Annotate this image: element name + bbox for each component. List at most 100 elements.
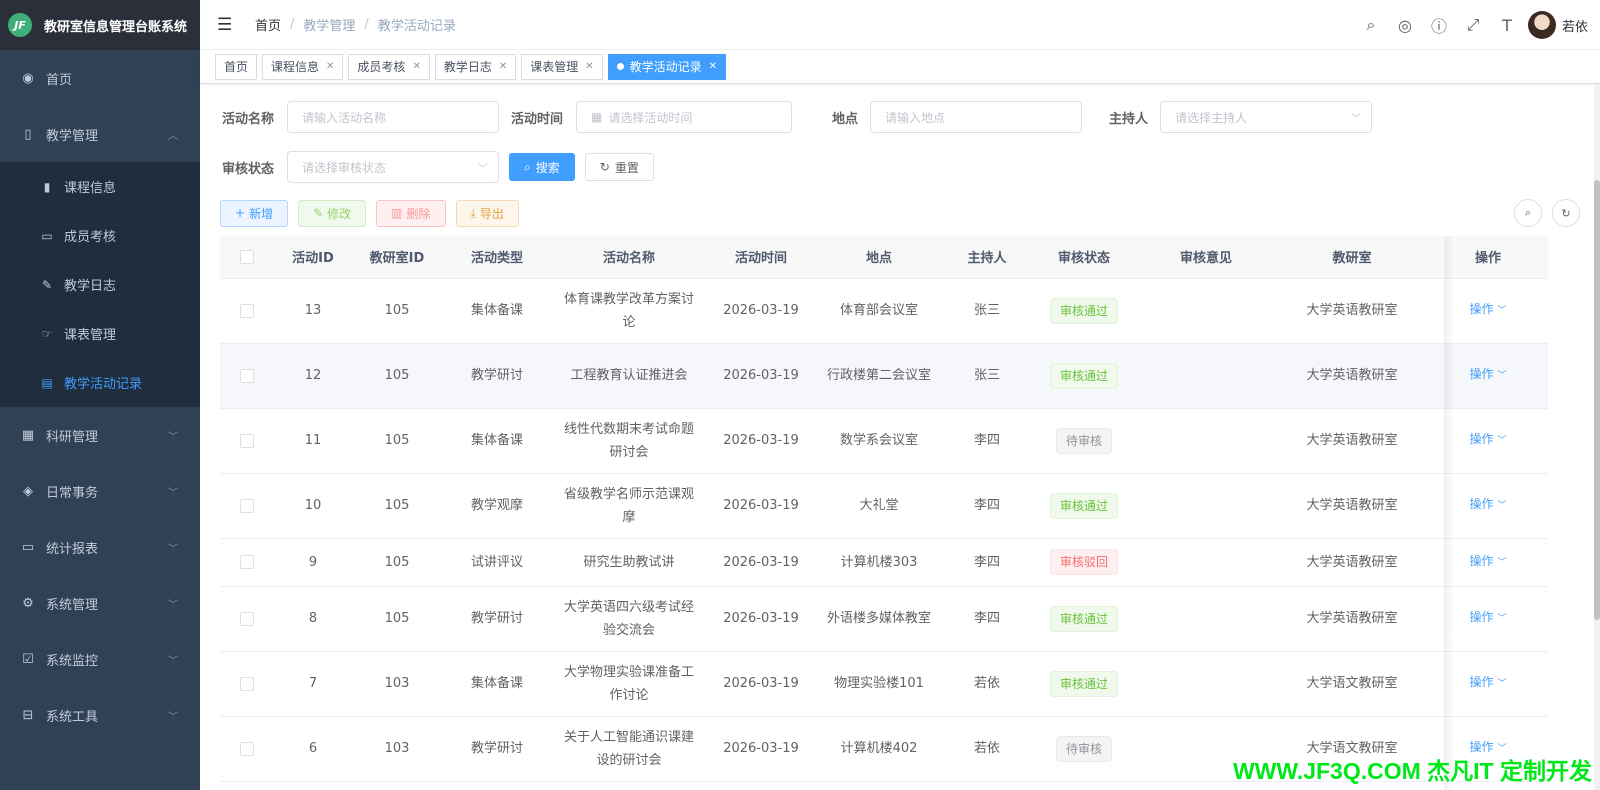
- refresh-button[interactable]: ↻: [1552, 199, 1580, 227]
- hamburger-icon[interactable]: ☰: [217, 15, 233, 35]
- operation-label: 操作: [1469, 497, 1494, 511]
- row-checkbox-cell[interactable]: [220, 538, 274, 587]
- header-checkbox-cell[interactable]: [220, 236, 274, 279]
- close-icon[interactable]: ✕: [585, 61, 593, 72]
- row-checkbox[interactable]: [240, 676, 254, 691]
- table-row[interactable]: 9 105 试讲评议 研究生助教试讲 2026-03-19 计算机楼303 李四 审核驳回 大学…: [220, 538, 1548, 587]
- hand-icon: ☞: [41, 326, 53, 341]
- sidebar-item-label: 课表管理: [64, 328, 117, 343]
- sidebar-item-member-assessment[interactable]: ▭ 成员考核: [0, 211, 200, 260]
- avatar[interactable]: [1527, 11, 1556, 39]
- table-row[interactable]: 13 105 集体备课 体育课教学改革方案讨论 2026-03-19 体育部会议室 张三 审核…: [220, 278, 1548, 344]
- row-checkbox-cell[interactable]: [220, 278, 274, 344]
- teaching-submenu: ▮ 课程信息 ▭ 成员考核 ✎ 教学日志 ☞ 课表管理 ▤ 教学活动记录: [0, 162, 200, 407]
- row-checkbox[interactable]: [240, 741, 254, 756]
- tab-label: 课表管理: [530, 60, 579, 74]
- sidebar-item-schedule[interactable]: ☞ 课表管理: [0, 309, 200, 358]
- tab-teaching-log[interactable]: 教学日志 ✕: [434, 53, 517, 80]
- operation-dropdown[interactable]: 操作 ﹀: [1469, 610, 1506, 624]
- export-button[interactable]: ⤓ 导出: [455, 199, 519, 227]
- sidebar-item-system-tools[interactable]: ⊟ 系统工具 ﹀: [0, 687, 200, 743]
- sidebar-item-research[interactable]: ▦ 科研管理 ﹀: [0, 407, 200, 463]
- operation-dropdown[interactable]: 操作 ﹀: [1469, 554, 1506, 568]
- row-checkbox-cell[interactable]: [220, 586, 274, 652]
- cell-status: 审核通过: [1032, 473, 1136, 539]
- row-checkbox[interactable]: [240, 433, 254, 448]
- tab-member-assessment[interactable]: 成员考核 ✕: [348, 53, 430, 80]
- location-input[interactable]: 请输入地点: [870, 101, 1082, 133]
- column-header: 教研室: [1276, 236, 1428, 279]
- row-checkbox[interactable]: [240, 498, 254, 513]
- tab-schedule[interactable]: 课表管理 ✕: [521, 53, 603, 80]
- breadcrumb-item[interactable]: 首页: [255, 15, 281, 34]
- row-checkbox[interactable]: [240, 368, 254, 383]
- close-icon[interactable]: ✕: [412, 61, 420, 72]
- row-checkbox-cell[interactable]: [220, 716, 274, 782]
- delete-button[interactable]: ▥ 删除: [376, 199, 446, 227]
- table-row[interactable]: 8 105 教学研讨 大学英语四六级考试经验交流会 2026-03-19 外语楼多媒体教室…: [220, 586, 1548, 652]
- operation-dropdown[interactable]: 操作 ﹀: [1469, 302, 1506, 316]
- close-icon[interactable]: ✕: [709, 61, 717, 72]
- sidebar-item-reports[interactable]: ▭ 统计报表 ﹀: [0, 519, 200, 575]
- sidebar-item-course-info[interactable]: ▮ 课程信息: [0, 162, 200, 211]
- column-header: 活动类型: [442, 236, 552, 279]
- github-icon[interactable]: ◎: [1388, 16, 1422, 35]
- sidebar-item-daily-affairs[interactable]: ◈ 日常事务 ﹀: [0, 463, 200, 519]
- row-checkbox-cell[interactable]: [220, 408, 274, 474]
- sidebar-item-system-monitor[interactable]: ☑ 系统监控 ﹀: [0, 631, 200, 687]
- font-size-icon[interactable]: T: [1490, 16, 1524, 35]
- reset-button[interactable]: ↻ 重置: [584, 153, 654, 181]
- add-button[interactable]: + 新增: [220, 199, 289, 227]
- toggle-search-button[interactable]: ⌕: [1514, 199, 1542, 227]
- table-row[interactable]: 11 105 集体备课 线性代数期末考试命题研讨会 2026-03-19 数学系会议室 李四…: [220, 408, 1548, 474]
- username[interactable]: 若依: [1562, 16, 1588, 35]
- row-checkbox-cell[interactable]: [220, 473, 274, 539]
- edit-button[interactable]: ✎ 修改: [298, 199, 367, 227]
- tab-home[interactable]: 首页: [215, 53, 258, 80]
- tab-course-info[interactable]: 课程信息 ✕: [262, 53, 344, 80]
- fullscreen-icon[interactable]: ⤢: [1456, 15, 1490, 35]
- help-icon[interactable]: ⓘ: [1422, 13, 1456, 37]
- scrollbar-thumb[interactable]: [1594, 180, 1600, 620]
- cell-room: 大学英语教研室: [1276, 278, 1428, 344]
- operation-dropdown[interactable]: 操作 ﹀: [1469, 497, 1506, 511]
- column-header: 教研室ID: [352, 236, 442, 279]
- cell-time: 2026-03-19: [706, 651, 816, 717]
- sidebar-item-home[interactable]: ◉ 首页: [0, 50, 200, 106]
- operation-dropdown[interactable]: 操作 ﹀: [1469, 367, 1506, 381]
- chevron-down-icon: ﹀: [168, 711, 178, 723]
- row-checkbox[interactable]: [240, 611, 254, 626]
- status-select[interactable]: 请选择审核状态 ﹀: [287, 151, 499, 183]
- host-select[interactable]: 请选择主持人 ﹀: [1160, 101, 1372, 133]
- sidebar-item-teaching-log[interactable]: ✎ 教学日志: [0, 260, 200, 309]
- select-all-checkbox[interactable]: [240, 249, 254, 264]
- table-row[interactable]: 7 103 集体备课 大学物理实验课准备工作讨论 2026-03-19 物理实验楼101 若…: [220, 651, 1548, 717]
- search-button[interactable]: ⌕ 搜索: [509, 153, 575, 181]
- tab-activity-records[interactable]: 教学活动记录 ✕: [607, 53, 727, 80]
- cell-status: 审核通过: [1032, 343, 1136, 409]
- operation-label: 操作: [1469, 675, 1494, 689]
- chevron-down-icon: ﹀: [1497, 679, 1507, 689]
- activity-time-picker[interactable]: ▦ 请选择活动时间: [576, 101, 792, 133]
- chevron-down-icon: ﹀: [168, 655, 178, 667]
- row-checkbox[interactable]: [240, 555, 254, 569]
- table-row[interactable]: 10 105 教学观摩 省级教学名师示范课观摩 2026-03-19 大礼堂 李四 审核通过 大…: [220, 473, 1548, 539]
- cell-operation: 操作 ﹀: [1428, 473, 1548, 539]
- operation-dropdown[interactable]: 操作 ﹀: [1469, 432, 1506, 446]
- column-header: 活动名称: [552, 236, 706, 279]
- close-icon[interactable]: ✕: [499, 61, 507, 72]
- row-checkbox-cell[interactable]: [220, 651, 274, 717]
- sidebar-item-teaching[interactable]: ▯ 教学管理 ︿: [0, 106, 200, 162]
- row-checkbox-cell[interactable]: [220, 343, 274, 409]
- activity-name-input[interactable]: 请输入活动名称: [287, 101, 499, 133]
- operation-dropdown[interactable]: 操作 ﹀: [1469, 675, 1506, 689]
- close-icon[interactable]: ✕: [326, 61, 334, 72]
- table-row[interactable]: 12 105 教学研讨 工程教育认证推进会 2026-03-19 行政楼第二会议室 张三 审核…: [220, 343, 1548, 409]
- cell-location: 行政楼第二会议室: [816, 343, 942, 409]
- sidebar-item-activity-records[interactable]: ▤ 教学活动记录: [0, 358, 200, 407]
- search-icon[interactable]: ⌕: [1354, 15, 1388, 35]
- gear-icon: ⚙: [22, 595, 34, 611]
- row-checkbox[interactable]: [240, 303, 254, 318]
- sidebar-item-system-management[interactable]: ⚙ 系统管理 ﹀: [0, 575, 200, 631]
- sidebar: JF 教研室信息管理台账系统 ◉ 首页 ▯ 教学管理 ︿ ▮ 课程信息 ▭ 成员…: [0, 0, 200, 790]
